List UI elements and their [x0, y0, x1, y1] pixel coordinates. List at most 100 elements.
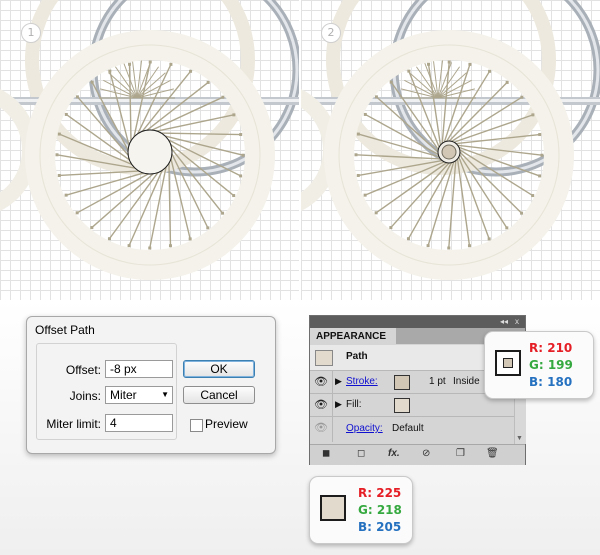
stroke-color-swatch — [495, 350, 521, 376]
spoke-nipple — [505, 80, 509, 84]
spoke-nipple — [90, 80, 94, 84]
spoke-nipple — [107, 237, 111, 241]
spoke-nipple — [467, 244, 471, 248]
chevron-down-icon: ▼ — [161, 390, 169, 399]
triangle-right-icon[interactable]: ▶ — [335, 376, 342, 387]
duplicate-icon[interactable]: ❐ — [456, 448, 465, 459]
stroke-blue-value: B: 180 — [529, 375, 573, 389]
close-icon[interactable]: x — [515, 316, 519, 328]
spoke-nipple — [487, 237, 491, 241]
spoke-nipple — [127, 244, 131, 248]
double-chevron-icon[interactable]: ◂◂ — [500, 316, 508, 328]
eye-icon[interactable]: 👁 — [310, 417, 333, 442]
spoke-nipple — [168, 244, 172, 248]
stroke-color-callout: R: 210 G: 199 B: 180 — [484, 331, 594, 399]
spoke — [91, 81, 130, 153]
spoke-nipple — [426, 244, 430, 248]
spoke-nipple — [356, 173, 360, 177]
offset-input[interactable]: -8 px — [105, 360, 173, 378]
spoke-nipple — [447, 60, 451, 64]
tab-appearance[interactable]: APPEARANCE — [310, 328, 396, 344]
wheel-illustration-1 — [0, 0, 299, 280]
spoke-nipple — [505, 226, 509, 230]
spoke — [144, 81, 209, 133]
joins-label: Joins: — [69, 389, 101, 403]
offset-path-dialog: Offset Path Offset: -8 px Joins: Miter ▼… — [26, 316, 276, 454]
fill-row[interactable]: 👁 ▶ Fill: — [310, 394, 514, 417]
spoke — [149, 164, 168, 249]
spoke-nipple — [55, 153, 59, 157]
spoke-nipple — [148, 60, 152, 64]
scroll-down-icon[interactable]: ▼ — [516, 435, 523, 442]
fill-blue-value: B: 205 — [358, 520, 402, 534]
dialog-title: Offset Path — [35, 323, 95, 337]
spoke-nipple — [75, 95, 79, 99]
triangle-right-icon[interactable]: ▶ — [335, 399, 342, 410]
fill-swatch[interactable] — [394, 398, 410, 413]
spoke-nipple — [128, 62, 132, 66]
miter-limit-input[interactable]: 4 — [105, 414, 173, 432]
spoke-nipple — [241, 153, 245, 157]
spoke-nipple — [356, 132, 360, 136]
joins-value: Miter — [110, 388, 137, 402]
stroke-swatch[interactable] — [394, 375, 410, 390]
spoke-nipple — [520, 211, 524, 215]
fill-color-callout: R: 225 G: 218 B: 205 — [309, 476, 413, 544]
opacity-link[interactable]: Opacity: — [346, 423, 383, 434]
stroke-red-value: R: 210 — [529, 341, 573, 355]
stroke-align: Inside — [453, 376, 480, 387]
clear-icon[interactable]: ⊘ — [422, 448, 430, 459]
spoke-nipple — [75, 211, 79, 215]
path-label: Path — [346, 351, 368, 362]
ok-button[interactable]: OK — [183, 360, 255, 378]
add-stroke-icon[interactable]: ◼ — [322, 448, 330, 459]
spoke-nipple — [57, 132, 61, 136]
preview-checkbox[interactable] — [190, 419, 203, 432]
miter-limit-label: Miter limit: — [46, 417, 101, 431]
spoke-nipple — [108, 69, 112, 73]
spoke-nipple — [363, 193, 367, 197]
artboard-step-1: 1 — [0, 0, 299, 300]
trash-icon[interactable]: 🗑 — [486, 448, 499, 459]
spoke-nipple — [188, 237, 192, 241]
spoke-nipple — [389, 80, 393, 84]
spoke-nipple — [407, 69, 411, 73]
add-fill-icon[interactable]: ◻ — [357, 448, 365, 459]
panel-footer: ◼ ◻ fx. ⊘ ❐ 🗑 — [310, 444, 525, 465]
spoke-nipple — [169, 62, 173, 66]
spoke-nipple — [354, 153, 358, 157]
fill-green-value: G: 218 — [358, 503, 402, 517]
spoke-nipple — [427, 62, 431, 66]
spoke-nipple — [447, 246, 451, 250]
stroke-green-value: G: 199 — [529, 358, 573, 372]
spoke-nipple — [520, 95, 524, 99]
eye-icon[interactable]: 👁 — [310, 371, 333, 393]
artboard-step-2: 2 — [301, 0, 600, 300]
spoke-nipple — [540, 153, 544, 157]
preview-label: Preview — [205, 417, 248, 431]
stroke-weight: 1 pt — [429, 376, 446, 387]
spoke-nipple — [232, 113, 236, 117]
spoke-nipple — [531, 113, 535, 117]
opacity-value: Default — [392, 423, 424, 434]
cancel-button[interactable]: Cancel — [183, 386, 255, 404]
spoke-nipple — [90, 226, 94, 230]
spoke-nipple — [239, 174, 243, 178]
fx-icon[interactable]: fx. — [388, 448, 400, 459]
spoke-nipple — [488, 69, 492, 73]
joins-select[interactable]: Miter ▼ — [105, 386, 173, 404]
spoke-nipple — [221, 211, 225, 215]
offset-label: Offset: — [65, 363, 101, 377]
spoke — [452, 133, 540, 145]
path-thumbnail — [315, 350, 333, 366]
spoke-nipple — [189, 69, 193, 73]
spoke-nipple — [389, 226, 393, 230]
eye-icon[interactable]: 👁 — [310, 394, 333, 416]
spoke-nipple — [221, 95, 225, 99]
stroke-link[interactable]: Stroke: — [346, 376, 378, 387]
opacity-row[interactable]: 👁 Opacity: Default — [310, 417, 514, 442]
spoke-nipple — [206, 80, 210, 84]
fill-color-swatch — [320, 495, 346, 521]
spoke-nipple — [64, 112, 68, 116]
spoke-nipple — [148, 246, 152, 250]
